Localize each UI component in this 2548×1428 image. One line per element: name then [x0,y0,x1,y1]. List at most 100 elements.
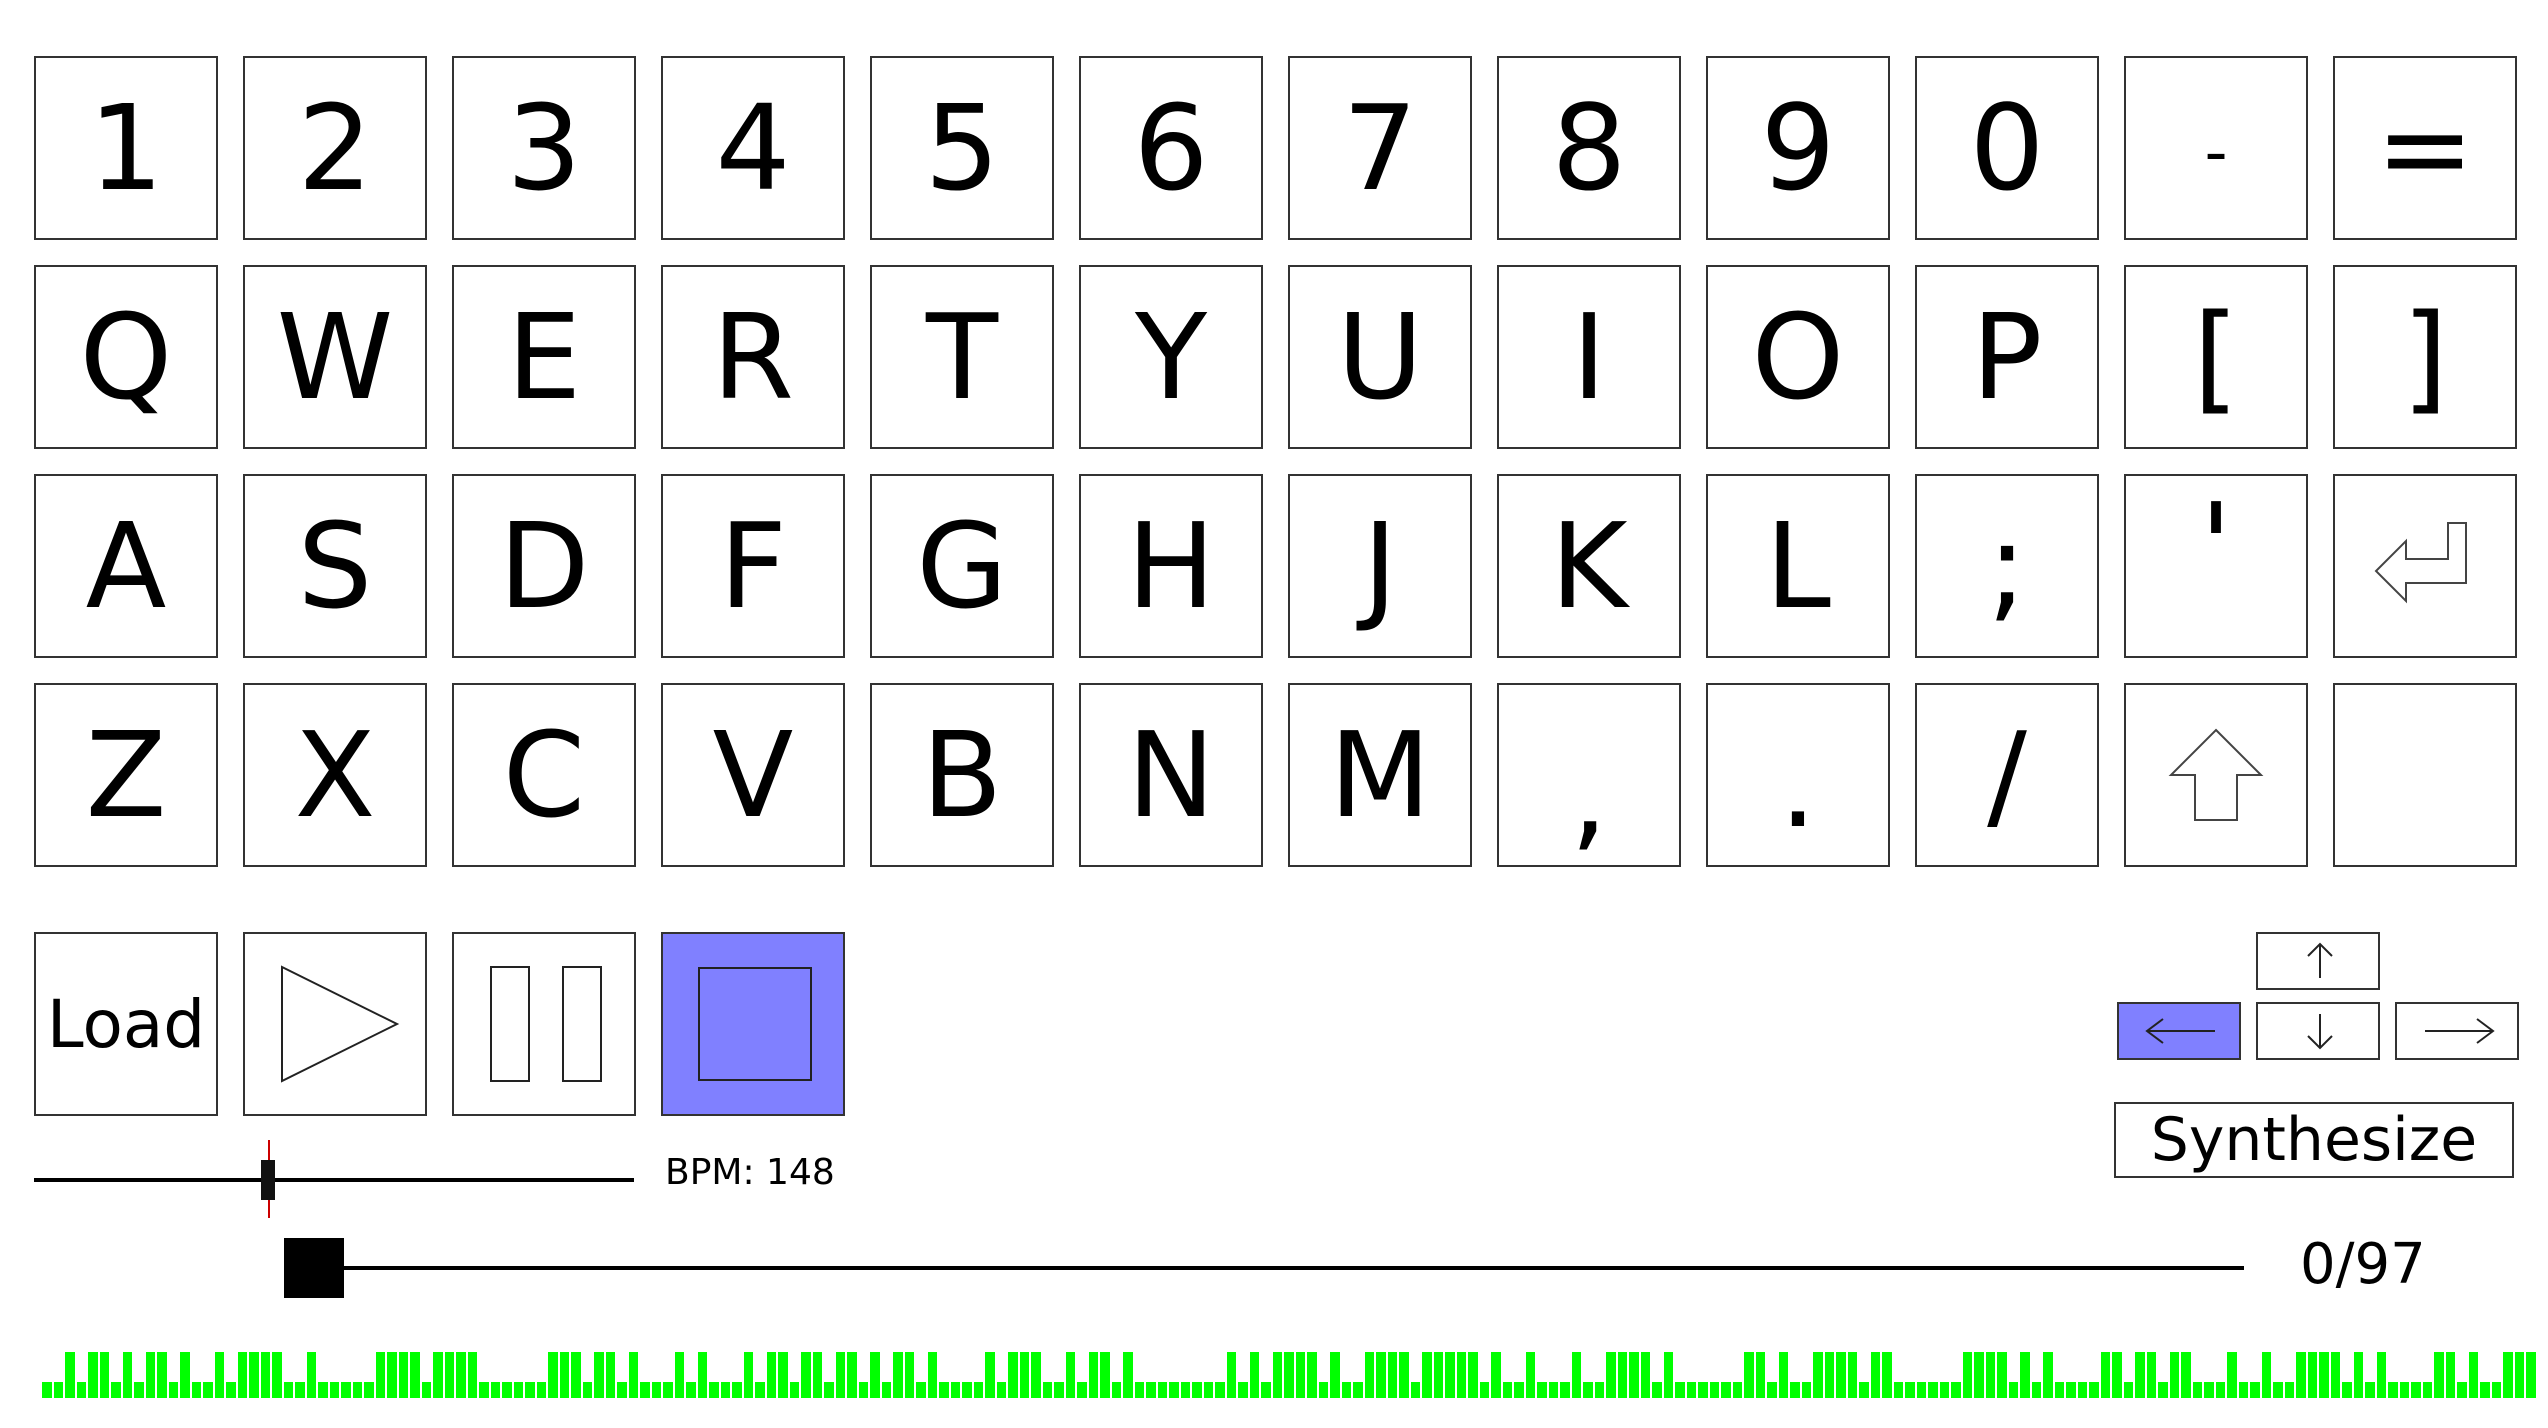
key-r[interactable]: R [661,265,845,449]
sequence-cell [2491,1382,2502,1398]
sequence-cell [1778,1352,1789,1398]
pause-button[interactable] [452,932,636,1116]
sequence-cell [2445,1352,2456,1398]
key-l[interactable]: L [1706,474,1890,658]
key-label: 1 [88,79,164,217]
key-k[interactable]: K [1497,474,1681,658]
key-equals[interactable]: = [2333,56,2517,240]
key-y[interactable]: Y [1079,265,1263,449]
bpm-label: BPM: 148 [665,1152,835,1193]
bpm-slider[interactable] [34,1140,634,1220]
key-t[interactable]: T [870,265,1054,449]
key-i[interactable]: I [1497,265,1681,449]
key-d[interactable]: D [452,474,636,658]
sequence-cell [904,1352,915,1398]
sequence-cell [283,1382,294,1398]
key-semicolon[interactable]: ; [1915,474,2099,658]
key-label: U [1336,288,1424,426]
key-apostrophe[interactable]: ' [2124,474,2308,658]
key-2[interactable]: 2 [243,56,427,240]
play-icon [281,965,400,1083]
key-b[interactable]: B [870,683,1054,867]
key-shift[interactable] [2124,683,2308,867]
key-f[interactable]: F [661,474,845,658]
sequence-cell [2296,1352,2306,1398]
key-label: ; [1987,497,2027,635]
key-a[interactable]: A [34,474,218,658]
sequence-cell [318,1382,328,1398]
key-e[interactable]: E [452,265,636,449]
stop-button[interactable] [661,932,845,1116]
sequence-cell [456,1352,466,1398]
key-left-bracket[interactable]: [ [2124,265,2308,449]
key-6[interactable]: 6 [1079,56,1263,240]
key-comma[interactable]: , [1497,683,1681,867]
key-c[interactable]: C [452,683,636,867]
sequence-cell [778,1352,788,1398]
key-label: 4 [715,79,791,217]
key-slash[interactable]: / [1915,683,2099,867]
key-u[interactable]: U [1288,265,1472,449]
key-o[interactable]: O [1706,265,1890,449]
key-3[interactable]: 3 [452,56,636,240]
key-0[interactable]: 0 [1915,56,2099,240]
arrow-right-button[interactable] [2395,1002,2519,1060]
sequence-cell [214,1352,225,1398]
sequence-cell [835,1352,846,1398]
key-period[interactable]: . [1706,683,1890,867]
sequence-cell [1951,1382,1961,1398]
key-v[interactable]: V [661,683,845,867]
key-enter[interactable] [2333,474,2517,658]
progress-thumb[interactable] [284,1238,344,1298]
key-z[interactable]: Z [34,683,218,867]
synthesize-button[interactable]: Synthesize [2114,1102,2514,1178]
sequence-cell [2146,1352,2157,1398]
sequence-cell [295,1382,305,1398]
sequence-cell [973,1382,984,1398]
arrow-down-button[interactable] [2256,1002,2380,1060]
sequence-cell [1916,1382,1927,1398]
arrow-up-button[interactable] [2256,932,2380,990]
key-right-bracket[interactable]: ] [2333,265,2517,449]
sequence-cell [1249,1352,1260,1398]
key-q[interactable]: Q [34,265,218,449]
load-button[interactable]: Load [34,932,218,1116]
sequence-cell [962,1382,972,1398]
key-h[interactable]: H [1079,474,1263,658]
sequence-cell [651,1382,662,1398]
sequence-cell [1019,1352,1030,1398]
arrow-left-button[interactable] [2117,1002,2241,1060]
key-4[interactable]: 4 [661,56,845,240]
key-label: E [506,288,582,426]
sequence-cell [1054,1382,1064,1398]
playback-progress[interactable] [284,1236,2244,1300]
key-g[interactable]: G [870,474,1054,658]
key-j[interactable]: J [1288,474,1472,658]
sequence-cell [1479,1382,1490,1398]
key-label: G [916,497,1008,635]
key-p[interactable]: P [1915,265,2099,449]
key-7[interactable]: 7 [1288,56,1472,240]
key-x[interactable]: X [243,683,427,867]
play-button[interactable] [243,932,427,1116]
key-5[interactable]: 5 [870,56,1054,240]
key-8[interactable]: 8 [1497,56,1681,240]
sequence-cell [490,1382,501,1398]
key-n[interactable]: N [1079,683,1263,867]
key-w[interactable]: W [243,265,427,449]
sequence-cell [1974,1352,1984,1398]
bpm-slider-thumb[interactable] [261,1160,275,1200]
sequence-cell [2077,1382,2088,1398]
key-minus[interactable]: - [2124,56,2308,240]
sequence-cell [1111,1382,1122,1398]
sequence-cell [1594,1382,1605,1398]
sequence-cell [893,1352,903,1398]
sequence-cell [2480,1382,2490,1398]
key-s[interactable]: S [243,474,427,658]
sequence-cell [1364,1352,1375,1398]
key-m[interactable]: M [1288,683,1472,867]
key-1[interactable]: 1 [34,56,218,240]
key-9[interactable]: 9 [1706,56,1890,240]
key-blank[interactable] [2333,683,2517,867]
sequence-cell [1169,1382,1179,1398]
